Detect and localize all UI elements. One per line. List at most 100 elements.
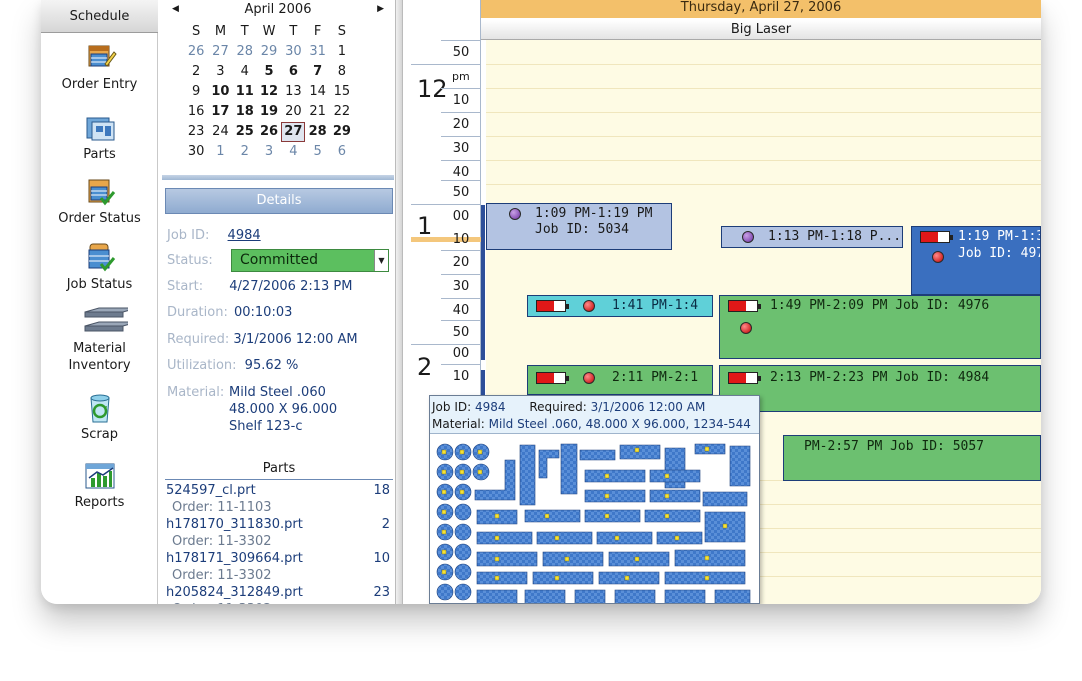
material-line-1: Mild Steel .060 [229,385,326,400]
nav-item-scrap[interactable]: Scrap [41,392,158,443]
calendar-day[interactable]: 4 [233,62,257,82]
nav-item-schedule[interactable]: Schedule [41,0,158,33]
calendar-day[interactable]: 2 [184,62,208,82]
part-name: 524597_cl.prt [166,483,256,498]
job-block-4976[interactable]: 1:49 PM-2:09 PM Job ID: 4976 [719,295,1041,359]
calendar-day[interactable]: 21 [305,102,329,122]
progress-battery-icon [536,300,569,312]
time-minute: 20 [441,112,481,136]
calendar-day[interactable]: 14 [305,82,329,102]
calendar-day[interactable]: 26 [184,42,208,62]
calendar-day[interactable]: 12 [257,82,281,102]
calendar-day[interactable]: 23 [184,122,208,142]
calendar-day[interactable]: 27 [208,42,232,62]
calendar-day[interactable]: 3 [257,142,281,162]
next-month-button[interactable]: ▶ [377,4,384,14]
start-label: Start: [167,279,204,294]
nav-item-material-inventory[interactable]: Material Inventory [41,306,158,374]
status-select[interactable]: Committed ▼ [231,249,389,272]
calendar-grid: S M T W T F S 26 27 28 29 30 31 1 2 3 4 [162,22,394,162]
calendar-day[interactable]: 31 [305,42,329,62]
calendar-day[interactable]: 30 [281,42,305,62]
calendar-day[interactable]: 11 [233,82,257,102]
calendar-day[interactable]: 5 [305,142,329,162]
list-item[interactable]: h178171_309664.prt 10 [166,550,394,567]
calendar-day[interactable]: 30 [184,142,208,162]
tooltip-header: Job ID: 4984 Required: 3/1/2006 12:00 AM… [430,396,759,434]
calendar-day[interactable]: 6 [281,62,305,82]
weekday-label: F [313,24,322,39]
nav-item-label: Order Entry [61,77,138,92]
part-order: Order: 11-3302 [166,533,394,550]
time-minute: 50 [441,40,481,64]
nav-item-order-entry[interactable]: Order Entry [41,42,158,93]
calendar-day[interactable]: 7 [305,62,329,82]
calendar-day[interactable]: 28 [233,42,257,62]
job-block[interactable]: 1:41 PM-1:4 [527,295,713,317]
prev-month-button[interactable]: ◀ [172,4,179,14]
grid-line [481,136,1041,137]
calendar-day[interactable]: 6 [330,142,354,162]
calendar-day[interactable]: 1 [208,142,232,162]
calendar-day[interactable]: 24 [208,122,232,142]
calendar-day[interactable]: 17 [208,102,232,122]
parts-list[interactable]: 524597_cl.prt 18 Order: 11-1103 h178170_… [166,482,394,604]
job-block-5057[interactable]: PM-2:57 PM Job ID: 5057 [783,435,1041,481]
day-header: Thursday, April 27, 2006 [481,0,1041,18]
calendar-day[interactable]: 9 [184,82,208,102]
job-block-4977[interactable]: 1:19 PM-1:39 PM Job ID: 4977 [911,226,1041,295]
calendar-day[interactable]: 19 [257,102,281,122]
calendar-day[interactable]: 3 [208,62,232,82]
job-block[interactable]: 2:11 PM-2:1 [527,365,713,395]
material-line-3: Shelf 123-c [229,419,303,434]
calendar-day-selected[interactable]: 27 [281,122,306,142]
nav-item-label: Parts [83,147,116,162]
panel-splitter[interactable] [162,175,394,180]
job-time: 2:13 PM-2:23 PM Job ID: 4984 [770,370,990,385]
calendar-day[interactable]: 26 [257,122,281,142]
tooltip-required-label: Required: [529,400,587,414]
job-time: 1:13 PM-1:18 P... [768,229,902,244]
list-item[interactable]: h205824_312849.prt 23 [166,584,394,601]
calendar-day[interactable]: 16 [184,102,208,122]
vertical-splitter[interactable] [395,0,403,604]
calendar-day[interactable]: 25 [233,122,257,142]
nav-item-label: Reports [74,495,125,510]
material-label: Material: [167,385,225,400]
order-label: Order: [172,534,214,549]
calendar-day[interactable]: 2 [233,142,257,162]
calendar-day[interactable]: 22 [330,102,354,122]
resource-header: Big Laser [481,20,1041,40]
calendar-day[interactable]: 4 [281,142,305,162]
part-name: h205824_312849.prt [166,585,303,600]
nav-item-order-status[interactable]: Order Status [41,176,158,227]
nav-item-parts[interactable]: Parts [41,112,158,163]
calendar-weekday-row: S M T W T F S [162,22,394,42]
calendar-day[interactable]: 5 [257,62,281,82]
calendar-day[interactable]: 28 [305,122,329,142]
calendar-day[interactable]: 29 [257,42,281,62]
calendar-day[interactable]: 10 [208,82,232,102]
calendar-day[interactable]: 8 [330,62,354,82]
tooltip-material-label: Material: [432,417,485,431]
nav-item-label: Job Status [66,277,133,292]
nav-item-label: Scrap [81,427,118,442]
nav-item-reports[interactable]: Reports [41,460,158,511]
job-id-link[interactable]: 4984 [228,228,261,243]
list-item[interactable]: h178170_311830.prt 2 [166,516,394,533]
start-value: 4/27/2006 2:13 PM [229,279,353,294]
calendar-day[interactable]: 1 [330,42,354,62]
calendar-day[interactable]: 18 [233,102,257,122]
calendar-day[interactable]: 13 [281,82,305,102]
job-block-5034[interactable]: 1:09 PM-1:19 PM Job ID: 5034 [486,203,672,250]
calendar-day[interactable]: 15 [330,82,354,102]
calendar-day[interactable]: 29 [330,122,354,142]
nav-item-job-status[interactable]: Job Status [41,242,158,293]
chevron-down-icon[interactable]: ▼ [374,250,388,271]
details-header: Details [165,188,393,214]
calendar-day[interactable]: 20 [281,102,305,122]
job-block-4984[interactable]: 2:13 PM-2:23 PM Job ID: 4984 [719,365,1041,412]
list-item[interactable]: 524597_cl.prt 18 [166,482,394,499]
calendar-week: 2 3 4 5 6 7 8 [162,62,394,82]
job-block[interactable]: 1:13 PM-1:18 P... [721,226,903,248]
